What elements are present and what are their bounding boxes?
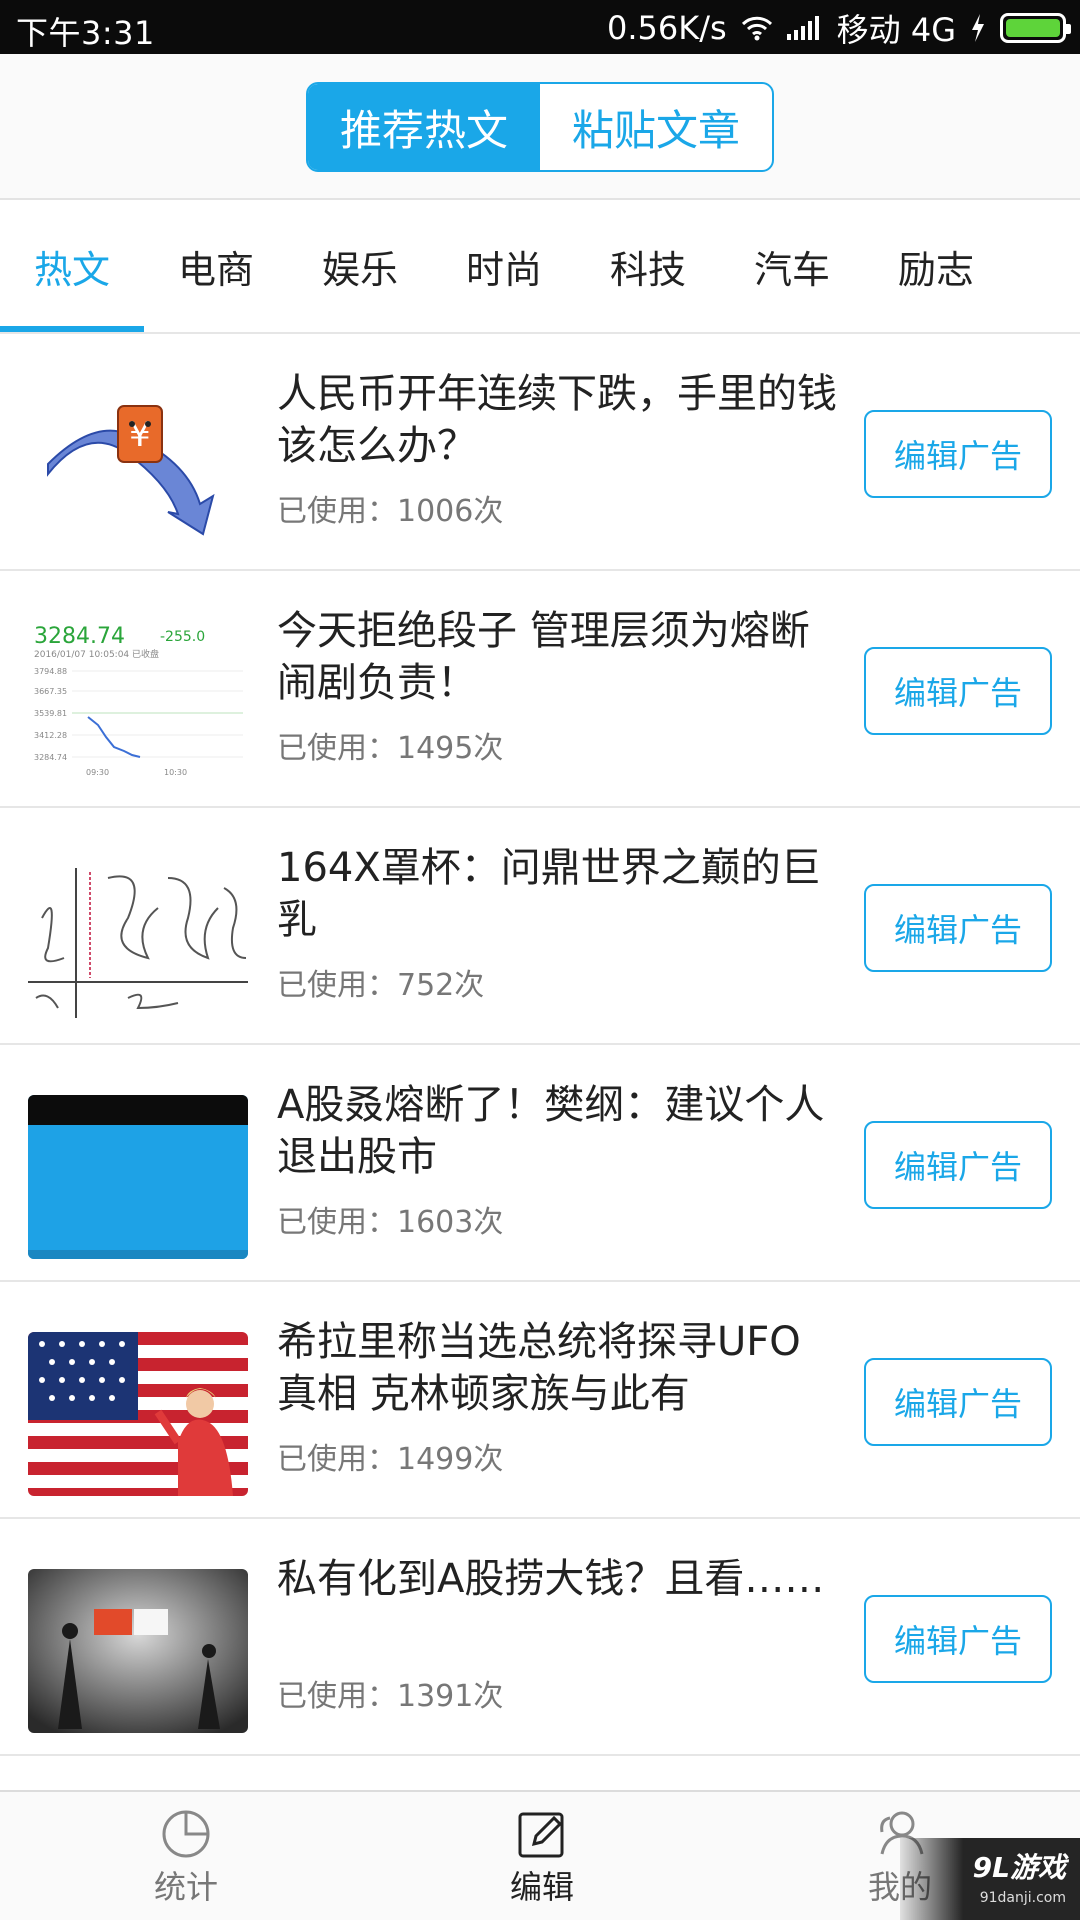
usage-label: 已使用： [277,731,397,766]
edit-ad-button[interactable]: 编辑广告 [864,647,1052,735]
tick-label: 3539.81 [34,709,67,718]
carrier-label: 移动 4G [836,11,956,49]
status-time: 下午3:31 [16,14,155,52]
category-tab-hot[interactable]: 热文 [0,200,144,332]
watermark: 9L游戏 91danji.com [900,1838,1080,1920]
rmb-arrow-icon: ¥ [28,384,248,548]
usage-value: 1391次 [397,1679,504,1714]
edit-ad-button[interactable]: 编辑广告 [864,1358,1052,1446]
blue-card [28,1095,248,1259]
usage-label: 已使用： [277,1205,397,1240]
usage-count: 已使用： 752次 [277,960,484,1004]
edit-ad-button[interactable]: 编辑广告 [864,410,1052,498]
nav-edit[interactable]: 编辑 [442,1808,642,1908]
article-thumbnail [28,1332,248,1496]
article-item[interactable]: 164X罩杯：问鼎世界之巅的巨乳 已使用： 752次 编辑广告 [0,808,1080,1045]
stock-price: 3284.74 [34,624,125,649]
article-title[interactable]: 164X罩杯：问鼎世界之巅的巨乳 [277,842,837,946]
usage-value: 752次 [397,968,485,1003]
status-bar: 下午3:31 0.56K/s 移动 4G [0,0,1080,54]
usage-count: 已使用： 1391次 [277,1671,503,1715]
tick-label: 3284.74 [34,753,67,762]
stock-change: -255.0 [160,629,205,645]
charging-bolt-icon [972,14,984,42]
edit-ad-button[interactable]: 编辑广告 [864,884,1052,972]
stock-date: 2016/01/07 10:05:04 已收盘 [34,648,159,660]
category-tab-tech[interactable]: 科技 [576,200,720,332]
edit-icon [518,1812,564,1858]
nav-label: 编辑 [509,1868,574,1906]
bw-photo [28,1569,248,1733]
article-item[interactable]: 私有化到A股捞大钱？且看…… 已使用： 1391次 编辑广告 [0,1519,1080,1756]
article-title[interactable]: 今天拒绝段子 管理层须为熔断闹剧负责！ [277,605,837,709]
category-tab-auto[interactable]: 汽车 [720,200,864,332]
usage-count: 已使用： 1603次 [277,1197,503,1241]
tab-paste-article[interactable]: 粘贴文章 [540,84,772,170]
article-title[interactable]: 私有化到A股捞大钱？且看…… [277,1553,837,1605]
flag-photo [28,1332,248,1496]
article-item[interactable]: 希拉里称当选总统将探寻UFO真相 克林顿家族与此有 已使用： 1499次 编辑广告 [0,1282,1080,1519]
pie-chart-icon [162,1810,210,1858]
usage-count: 已使用： 1006次 [277,486,503,530]
active-tab-indicator [0,326,144,332]
article-thumbnail [28,1095,248,1259]
article-item[interactable]: A股叒熔断了！樊纲：建议个人退出股市 已使用： 1603次 编辑广告 [0,1045,1080,1282]
article-item[interactable]: 3284.74 -255.0 2016/01/07 10:05:04 已收盘 3… [0,571,1080,808]
battery-icon [1000,13,1071,43]
article-item[interactable]: ¥ 人民币开年连续下跌，手里的钱该怎么办？ 已使用： 1006次 编辑广告 [0,334,1080,571]
usage-label: 已使用： [277,1442,397,1477]
article-title[interactable]: A股叒熔断了！樊纲：建议个人退出股市 [277,1079,837,1183]
time-label: 10:30 [164,768,187,777]
category-tab-entertainment[interactable]: 娱乐 [288,200,432,332]
network-speed: 0.56K/s [606,9,727,47]
tab-recommended-articles[interactable]: 推荐热文 [308,84,540,170]
article-thumbnail [28,1569,248,1733]
wifi-icon [741,16,772,41]
svg-text:¥: ¥ [129,415,151,455]
tick-label: 3794.88 [34,667,67,676]
tick-label: 3667.35 [34,687,67,696]
usage-label: 已使用： [277,968,397,1003]
status-right: 0.56K/s 移动 4G [606,8,1071,49]
category-tab-inspiration[interactable]: 励志 [864,200,1008,332]
watermark-url: 91danji.com [979,1890,1066,1906]
usage-value: 1499次 [397,1442,504,1477]
article-thumbnail [28,858,248,1022]
category-tab-fashion[interactable]: 时尚 [432,200,576,332]
category-tab-ecommerce[interactable]: 电商 [144,200,288,332]
usage-value: 1006次 [397,494,504,529]
time-label: 09:30 [86,768,109,777]
article-list: ¥ 人民币开年连续下跌，手里的钱该怎么办？ 已使用： 1006次 编辑广告 328… [0,334,1080,1756]
header: 推荐热文 粘贴文章 [0,54,1080,200]
article-thumbnail: 3284.74 -255.0 2016/01/07 10:05:04 已收盘 3… [28,621,248,785]
article-title[interactable]: 人民币开年连续下跌，手里的钱该怎么办？ [277,368,837,472]
nav-label: 统计 [153,1868,218,1906]
article-title[interactable]: 希拉里称当选总统将探寻UFO真相 克林顿家族与此有 [277,1316,837,1420]
tick-label: 3412.28 [34,731,67,740]
segmented-control: 推荐热文 粘贴文章 [306,82,774,172]
edit-ad-button[interactable]: 编辑广告 [864,1595,1052,1683]
usage-label: 已使用： [277,1679,397,1714]
edit-ad-button[interactable]: 编辑广告 [864,1121,1052,1209]
signal-icon [786,16,819,40]
article-thumbnail: ¥ [28,384,248,548]
category-tabs: 热文 电商 娱乐 时尚 科技 汽车 励志 [0,200,1080,334]
usage-label: 已使用： [277,494,397,529]
nav-statistics[interactable]: 统计 [86,1808,286,1908]
stock-chart: 3284.74 -255.0 2016/01/07 10:05:04 已收盘 3… [28,621,248,785]
watermark-logo: 9L游戏 [972,1851,1066,1884]
usage-count: 已使用： 1495次 [277,723,503,767]
sketch-drawing [28,858,248,1022]
battery-fill [1006,19,1060,37]
usage-value: 1603次 [397,1205,504,1240]
usage-count: 已使用： 1499次 [277,1434,503,1478]
usage-value: 1495次 [397,731,504,766]
